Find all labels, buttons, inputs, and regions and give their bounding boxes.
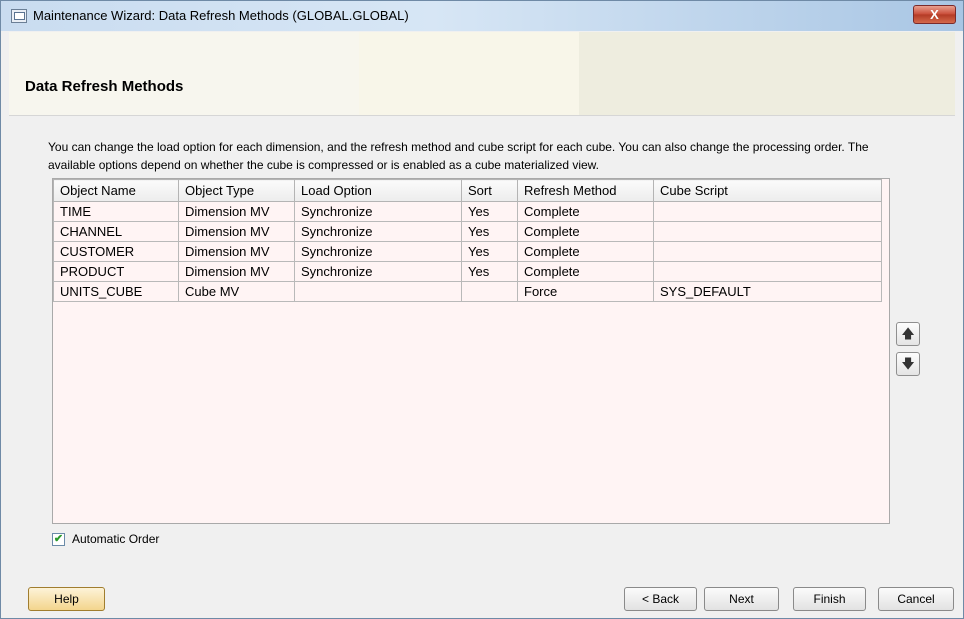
cell-object-type[interactable]: Dimension MV [178,201,295,222]
table-row[interactable]: CHANNEL Dimension MV Synchronize Yes Com… [53,221,882,242]
cell-cube-script[interactable] [653,261,882,282]
cell-sort[interactable]: Yes [461,241,518,262]
cancel-button[interactable]: Cancel [878,587,954,611]
column-header-object-type[interactable]: Object Type [178,179,295,202]
column-header-sort[interactable]: Sort [461,179,518,202]
cell-object-name[interactable]: CUSTOMER [53,241,179,262]
page-description: You can change the load option for each … [48,140,869,172]
cell-object-name[interactable]: PRODUCT [53,261,179,282]
cell-load-option[interactable]: Synchronize [294,261,462,282]
cell-sort[interactable]: Yes [461,221,518,242]
title-bar: Maintenance Wizard: Data Refresh Methods… [1,1,963,31]
cell-refresh-method[interactable]: Complete [517,241,654,262]
arrow-down-icon: 🡇 [901,356,915,371]
column-header-load-option[interactable]: Load Option [294,179,462,202]
cell-sort[interactable]: Yes [461,261,518,282]
cell-cube-script[interactable] [653,201,882,222]
cell-object-type[interactable]: Cube MV [178,281,295,302]
column-header-object-name[interactable]: Object Name [53,179,179,202]
column-header-cube-script[interactable]: Cube Script [653,179,882,202]
cell-refresh-method[interactable]: Force [517,281,654,302]
arrow-up-icon: 🡅 [901,326,915,341]
cell-load-option[interactable] [294,281,462,302]
cell-sort[interactable] [461,281,518,302]
table-header-row: Object Name Object Type Load Option Sort… [53,179,882,202]
page-title: Data Refresh Methods [25,78,184,95]
next-button[interactable]: Next [704,587,779,611]
cell-refresh-method[interactable]: Complete [517,201,654,222]
move-down-button[interactable]: 🡇 [896,352,920,376]
column-header-refresh-method[interactable]: Refresh Method [517,179,654,202]
cell-cube-script[interactable]: SYS_DEFAULT [653,281,882,302]
table-row[interactable]: UNITS_CUBE Cube MV Force SYS_DEFAULT [53,281,882,302]
table-row[interactable]: PRODUCT Dimension MV Synchronize Yes Com… [53,261,882,282]
automatic-order-checkbox[interactable]: ✔ [52,533,65,546]
cell-object-name[interactable]: UNITS_CUBE [53,281,179,302]
close-button[interactable]: X [913,5,956,24]
move-up-button[interactable]: 🡅 [896,322,920,346]
cell-sort[interactable]: Yes [461,201,518,222]
cell-load-option[interactable]: Synchronize [294,221,462,242]
checkmark-icon: ✔ [53,533,64,545]
cell-object-type[interactable]: Dimension MV [178,221,295,242]
table-row[interactable]: CUSTOMER Dimension MV Synchronize Yes Co… [53,241,882,262]
cell-refresh-method[interactable]: Complete [517,221,654,242]
table-row[interactable]: TIME Dimension MV Synchronize Yes Comple… [53,201,882,222]
cell-load-option[interactable]: Synchronize [294,241,462,262]
cell-cube-script[interactable] [653,241,882,262]
wizard-header: Data Refresh Methods [9,32,955,116]
refresh-methods-table: Object Name Object Type Load Option Sort… [52,178,890,524]
help-button[interactable]: Help [28,587,105,611]
cell-cube-script[interactable] [653,221,882,242]
cell-object-type[interactable]: Dimension MV [178,261,295,282]
cell-object-type[interactable]: Dimension MV [178,241,295,262]
automatic-order-label: Automatic Order [72,532,160,546]
back-button[interactable]: < Back [624,587,697,611]
cell-object-name[interactable]: CHANNEL [53,221,179,242]
window-title: Maintenance Wizard: Data Refresh Methods… [33,8,409,23]
cell-object-name[interactable]: TIME [53,201,179,222]
cell-load-option[interactable]: Synchronize [294,201,462,222]
cell-refresh-method[interactable]: Complete [517,261,654,282]
app-window-icon [11,9,27,23]
finish-button[interactable]: Finish [793,587,866,611]
